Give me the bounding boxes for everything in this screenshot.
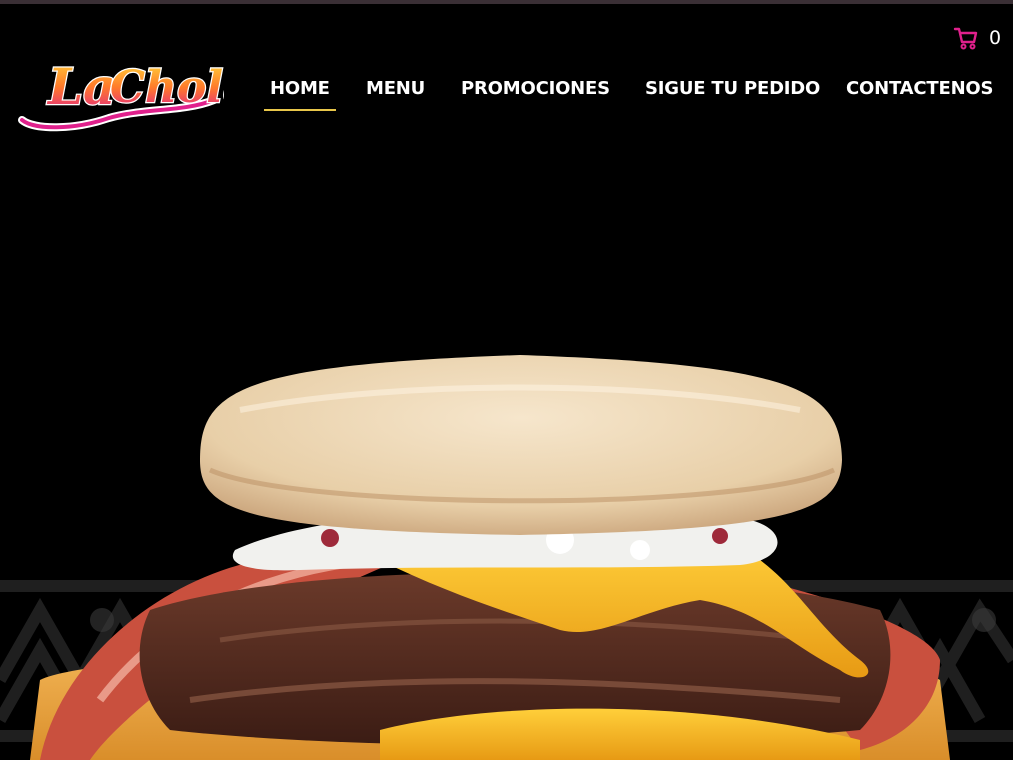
cart-count: 0 <box>989 27 1002 49</box>
top-border <box>0 0 1013 4</box>
nav-contactenos[interactable]: CONTACTENOS <box>846 76 994 112</box>
shopping-cart-icon <box>953 27 978 50</box>
main-nav: HOME MENU PROMOCIONES SIGUE TU PEDIDO CO… <box>0 76 1013 116</box>
nav-promociones[interactable]: PROMOCIONES <box>461 76 610 112</box>
burger-photo-icon <box>0 355 1013 760</box>
cart-button[interactable]: 0 <box>953 24 1001 52</box>
hero-burger-image <box>0 140 1013 760</box>
nav-sigue-tu-pedido[interactable]: SIGUE TU PEDIDO <box>645 76 820 112</box>
nav-menu[interactable]: MENU <box>366 76 425 112</box>
nav-home[interactable]: HOME <box>264 76 336 112</box>
